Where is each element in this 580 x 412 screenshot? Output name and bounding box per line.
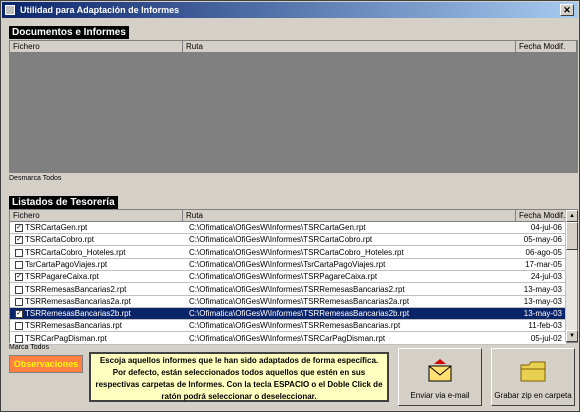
row-path: C:\Ofimatica\OfiGesW\Informes\TSRRemesas… — [189, 309, 410, 319]
scroll-thumb[interactable] — [566, 222, 578, 250]
folder-icon — [520, 361, 546, 382]
row-file-cell: TsrCartaPagoViajes.rpt — [13, 259, 183, 271]
row-filename: TSRCarPagDisman.rpt — [25, 333, 107, 343]
app-icon — [5, 5, 15, 15]
row-filename: TSRCartaCobro_Hoteles.rpt — [25, 247, 126, 257]
row-file-cell: TSRRemesasBancarias2.rpt — [13, 284, 183, 296]
row-checkbox[interactable] — [15, 260, 23, 269]
row-checkbox[interactable] — [15, 297, 23, 306]
row-filename: TSRRemesasBancarias2a.rpt — [25, 296, 131, 306]
tes-section-title: Listados de Tesorería — [9, 196, 118, 209]
row-date: 24-jul-03 — [530, 272, 562, 282]
row-file-cell: TSRRemesasBancarias2a.rpt — [13, 296, 183, 308]
doc-col-ruta[interactable]: Ruta — [183, 41, 516, 53]
row-path: C:\Ofimatica\OfiGesW\Informes\TSRCartaGe… — [189, 223, 366, 232]
doc-grid[interactable]: Fichero Ruta Fecha Modif. — [9, 40, 578, 173]
desmarca-todos-link[interactable]: Desmarca Todos — [9, 175, 61, 182]
row-file-cell: ✓ TSRCartaGen.rpt — [13, 222, 183, 234]
row-file-cell: TSRRemesasBancarias.rpt — [13, 320, 183, 332]
scroll-down-icon[interactable]: ▼ — [566, 330, 578, 342]
row-date: 13-may-03 — [523, 284, 562, 294]
row-file-cell: TSRCartaCobro_Hoteles.rpt — [13, 247, 183, 259]
tes-grid[interactable]: Fichero Ruta Fecha Modif. ✓ TSRCartaGen.r… — [9, 209, 578, 345]
envelope-icon — [428, 359, 452, 382]
row-filename: TSRRemesasBancarias2b.rpt — [25, 309, 131, 319]
row-filename: TSRCartaCobro.rpt — [25, 235, 94, 245]
table-row[interactable]: TSRCartaCobro_Hoteles.rpt C:\Ofimatica\Of… — [10, 246, 566, 259]
row-filename: TsrCartaPagoViajes.rpt — [25, 259, 108, 269]
tes-col-fecha[interactable]: Fecha Modif. — [516, 210, 568, 222]
row-filename: TSRRemesasBancarias2.rpt — [25, 284, 127, 294]
row-path: C:\Ofimatica\OfiGesW\Informes\TSRRemesas… — [189, 284, 405, 294]
table-row[interactable]: TsrCartaPagoViajes.rpt C:\Ofimatica\OfiGe… — [10, 258, 566, 271]
row-path: C:\Ofimatica\OfiGesW\Informes\TSRCarPagD… — [189, 333, 386, 343]
row-filename: TSRRemesasBancarias.rpt — [25, 321, 122, 331]
email-button-label: Enviar via e-mail — [410, 391, 470, 400]
table-row[interactable]: ✓ TSRCartaGen.rpt C:\Ofimatica\OfiGesW\Inf… — [10, 222, 566, 234]
table-row[interactable]: ✓ TSRCartaCobro.rpt C:\Ofimatica\OfiGesW\I… — [10, 234, 566, 247]
row-file-cell: ✓ TSRCartaCobro.rpt — [13, 234, 183, 246]
row-date: 13-may-03 — [523, 296, 562, 306]
scroll-up-icon[interactable]: ▲ — [566, 210, 578, 222]
row-checkbox[interactable] — [15, 248, 23, 257]
title-bar: Utilidad para Adaptación de Informes ✕ — [2, 2, 578, 18]
close-button[interactable]: ✕ — [560, 4, 574, 16]
row-date: 04-jul-06 — [530, 223, 562, 232]
info-message: Escoja aquellos informes que le han sido… — [89, 352, 389, 402]
doc-grid-body[interactable] — [10, 53, 577, 172]
row-path: C:\Ofimatica\OfiGesW\Informes\TSRPagareC… — [189, 272, 378, 282]
row-date: 05-jul-02 — [530, 333, 562, 343]
doc-col-fecha[interactable]: Fecha Modif. — [516, 41, 577, 53]
email-button[interactable]: Enviar via e-mail — [398, 348, 482, 406]
table-row[interactable]: ✓ TSRPagareCaixa.rpt C:\Ofimatica\OfiGesW\… — [10, 271, 566, 284]
row-path: C:\Ofimatica\OfiGesW\Informes\TsrCartaPa… — [189, 259, 386, 269]
row-date: 17-mar-05 — [525, 259, 562, 269]
marca-todos-link[interactable]: Marca Todos — [9, 344, 49, 351]
tes-grid-header: Fichero Ruta Fecha Modif. — [10, 210, 577, 222]
tes-scrollbar[interactable]: ▲ ▼ — [565, 210, 578, 342]
row-filename: TSRPagareCaixa.rpt — [25, 272, 99, 282]
window-title: Utilidad para Adaptación de Informes — [20, 5, 180, 15]
row-checkbox[interactable] — [15, 285, 23, 294]
row-date: 06-ago-05 — [525, 247, 562, 257]
table-row[interactable]: TSRRemesasBancarias2a.rpt C:\Ofimatica\Of… — [10, 295, 566, 308]
zip-button-label: Grabar zip en carpeta — [494, 391, 572, 400]
row-filename: TSRCartaGen.rpt — [25, 223, 88, 232]
row-checkbox[interactable]: ✓ — [15, 224, 23, 232]
row-date: 13-may-03 — [523, 309, 562, 319]
doc-section-title: Documentos e Informes — [9, 26, 129, 39]
tes-col-ruta[interactable]: Ruta — [183, 210, 516, 222]
row-date: 05-may-06 — [523, 235, 562, 245]
row-path: C:\Ofimatica\OfiGesW\Informes\TSRRemesas… — [189, 321, 401, 331]
table-row[interactable]: TSRRemesasBancarias2.rpt C:\Ofimatica\Ofi… — [10, 283, 566, 296]
table-row[interactable]: ✓ TSRRemesasBancarias2b.rpt C:\Ofimatica\O… — [10, 308, 566, 321]
row-path: C:\Ofimatica\OfiGesW\Informes\TSRCartaCo… — [189, 247, 404, 257]
row-path: C:\Ofimatica\OfiGesW\Informes\TSRRemesas… — [189, 296, 410, 306]
doc-grid-header: Fichero Ruta Fecha Modif. — [10, 41, 577, 53]
main-window: Utilidad para Adaptación de Informes ✕ D… — [0, 0, 580, 412]
row-checkbox[interactable]: ✓ — [15, 236, 23, 245]
table-row[interactable]: TSRRemesasBancarias.rpt C:\Ofimatica\OfiG… — [10, 320, 566, 333]
zip-button[interactable]: Grabar zip en carpeta — [491, 348, 575, 406]
row-checkbox[interactable] — [15, 334, 23, 343]
row-checkbox[interactable]: ✓ — [15, 273, 23, 282]
row-file-cell: ✓ TSRRemesasBancarias2b.rpt — [13, 308, 183, 320]
tes-col-fichero[interactable]: Fichero — [10, 210, 183, 222]
row-file-cell: TSRCarPagDisman.rpt — [13, 333, 183, 345]
row-file-cell: ✓ TSRPagareCaixa.rpt — [13, 271, 183, 283]
row-checkbox[interactable]: ✓ — [15, 310, 23, 319]
doc-col-fichero[interactable]: Fichero — [10, 41, 183, 53]
observaciones-button[interactable]: Observaciones — [9, 355, 83, 373]
row-date: 11-feb-03 — [528, 321, 562, 331]
table-row[interactable]: TSRCarPagDisman.rpt C:\Ofimatica\OfiGesW\… — [10, 332, 566, 345]
row-path: C:\Ofimatica\OfiGesW\Informes\TSRCartaCo… — [189, 235, 373, 245]
row-checkbox[interactable] — [15, 322, 23, 331]
